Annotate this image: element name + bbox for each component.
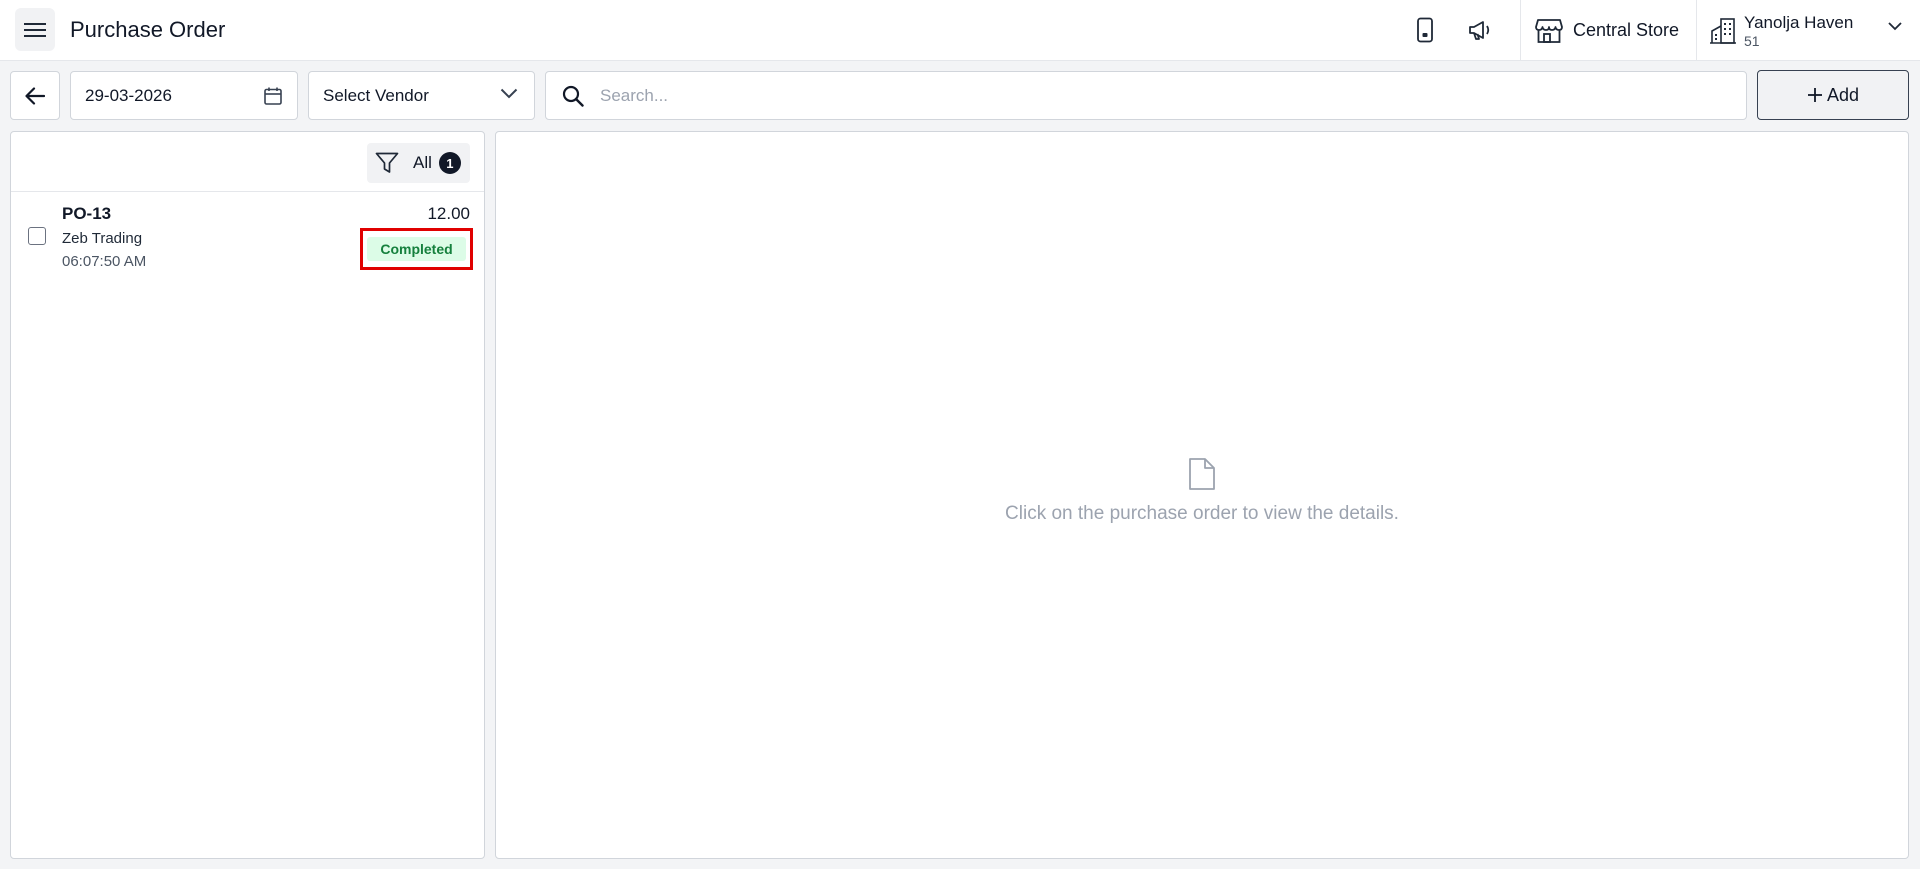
add-button-label: Add — [1826, 84, 1860, 105]
vendor-select[interactable]: Select Vendor — [308, 71, 535, 120]
date-picker[interactable]: 29-03-2026 — [70, 71, 298, 120]
arrow-left-icon — [25, 86, 45, 105]
search-input[interactable] — [600, 80, 1700, 111]
add-button[interactable]: Add — [1757, 70, 1909, 120]
app-header: Purchase Order Central Store Yanolja Hav… — [0, 0, 1920, 61]
back-button[interactable] — [10, 71, 60, 120]
announcement-button[interactable] — [1464, 14, 1496, 46]
property-id: 51 — [1744, 32, 1760, 49]
po-amount: 12.00 — [427, 204, 470, 223]
calendar-icon — [264, 87, 282, 105]
purchase-order-list: All 1 PO-13 Zeb Trading 06:07:50 AM 12.0… — [10, 131, 485, 859]
plus-icon — [1807, 88, 1822, 102]
menu-button[interactable] — [15, 8, 55, 51]
row-checkbox[interactable] — [28, 227, 46, 245]
hamburger-icon — [24, 22, 46, 37]
property-selector[interactable]: Yanolja Haven 51 — [1697, 0, 1920, 61]
status-badge: Completed — [367, 237, 466, 261]
document-icon — [1189, 458, 1215, 490]
filter-label: All — [413, 153, 432, 172]
property-name: Yanolja Haven — [1744, 12, 1854, 32]
po-number: PO-13 — [62, 204, 112, 223]
store-selector[interactable]: Central Store — [1521, 0, 1696, 61]
chevron-down-icon — [1888, 22, 1902, 31]
date-value: 29-03-2026 — [85, 85, 172, 105]
filter-button[interactable]: All 1 — [367, 143, 470, 183]
search-icon — [562, 85, 584, 107]
store-name: Central Store — [1573, 20, 1680, 40]
search-box — [545, 71, 1747, 120]
list-item[interactable]: PO-13 Zeb Trading 06:07:50 AM 12.00 Comp… — [11, 196, 484, 282]
status-highlight-box: Completed — [360, 228, 473, 270]
storefront-icon — [1535, 18, 1563, 43]
filter-count-badge: 1 — [438, 152, 461, 174]
page-title: Purchase Order — [70, 17, 226, 42]
building-icon — [1710, 17, 1736, 44]
mobile-device-button[interactable] — [1409, 14, 1441, 46]
chevron-down-icon — [500, 88, 518, 99]
filter-icon — [375, 152, 399, 173]
purchase-order-detail: Click on the purchase order to view the … — [495, 131, 1909, 859]
list-filter-bar: All 1 — [11, 132, 484, 192]
vendor-select-value: Select Vendor — [323, 85, 429, 105]
empty-state-message: Click on the purchase order to view the … — [1005, 503, 1399, 524]
mobile-phone-icon — [1417, 17, 1433, 43]
po-time: 06:07:50 AM — [62, 253, 147, 270]
megaphone-icon — [1469, 21, 1490, 40]
po-vendor: Zeb Trading — [62, 230, 143, 247]
empty-state: Click on the purchase order to view the … — [496, 457, 1908, 525]
